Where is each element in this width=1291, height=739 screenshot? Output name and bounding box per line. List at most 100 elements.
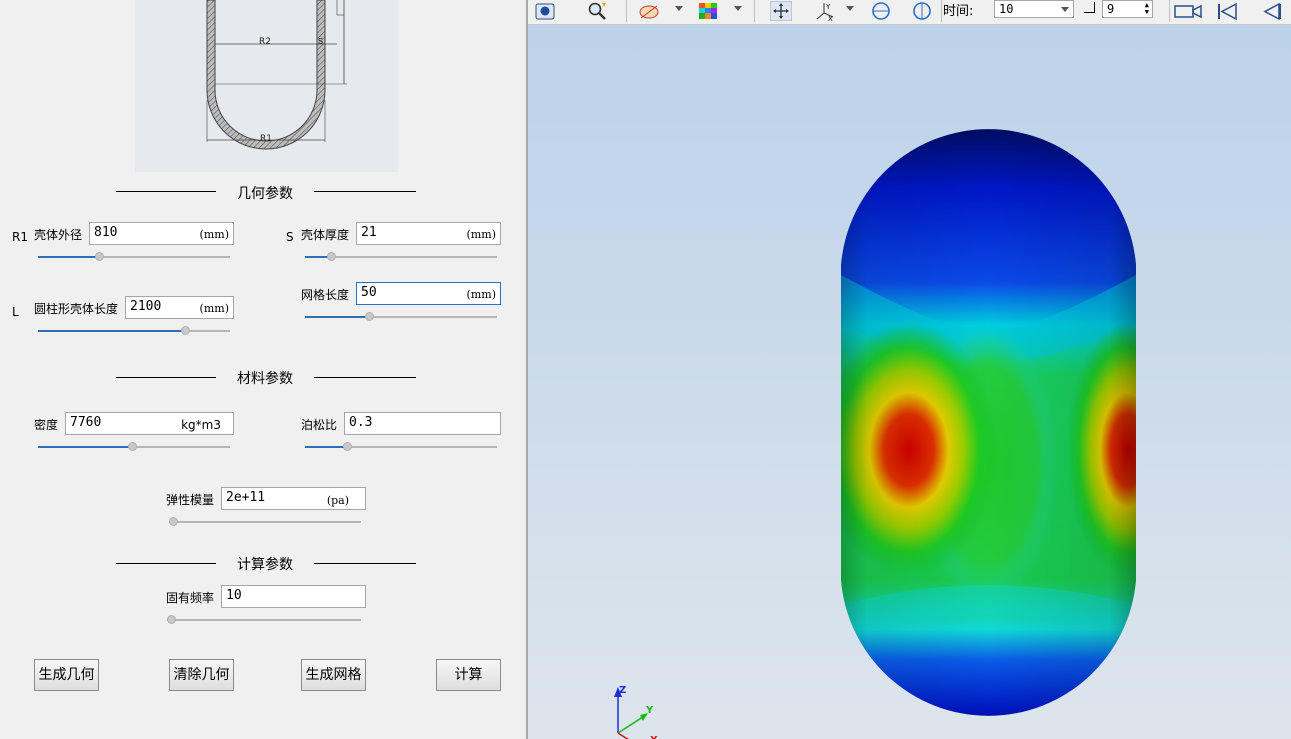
slider-track-filled <box>305 316 369 318</box>
section-title-compute: 计算参数 <box>216 554 314 574</box>
frame-icon <box>1084 2 1095 13</box>
time-combobox[interactable]: 10 <box>994 0 1074 18</box>
prev-frame-icon[interactable] <box>1259 1 1281 21</box>
elastic-modulus-slider[interactable] <box>169 516 361 528</box>
slider-thumb[interactable] <box>128 442 137 451</box>
elastic-modulus-label: 弹性模量 <box>166 493 215 507</box>
slider-track <box>369 316 497 318</box>
cylinder-length-slider[interactable] <box>38 325 230 337</box>
modal-result-render: Z Y X <box>614 129 1136 739</box>
svg-text:Y: Y <box>825 3 831 11</box>
first-frame-icon[interactable] <box>1216 1 1238 21</box>
shell-thickness-value: 21 <box>361 225 377 240</box>
slider-thumb[interactable] <box>167 615 176 624</box>
outer-diameter-unit: (mm) <box>199 228 229 241</box>
axes-icon[interactable]: YX <box>814 1 836 23</box>
slider-thumb[interactable] <box>343 442 352 451</box>
time-value: 10 <box>999 2 1014 16</box>
zoom-icon[interactable] <box>586 1 608 21</box>
diagram-label-s: S <box>318 37 323 46</box>
poisson-ratio-slider[interactable] <box>305 441 497 453</box>
elastic-modulus-input[interactable]: 2e+11 (pa) <box>221 487 366 510</box>
poisson-ratio-value: 0.3 <box>349 415 373 430</box>
slider-thumb[interactable] <box>95 252 104 261</box>
density-label: 密度 <box>34 418 59 432</box>
vessel-diagram: R2 S R1 <box>135 0 398 172</box>
diagram-label-r1: R1 <box>260 134 272 144</box>
poisson-ratio-input[interactable]: 0.3 <box>344 412 501 435</box>
natural-frequency-value: 10 <box>226 588 242 603</box>
colormap-icon[interactable] <box>697 1 719 21</box>
section-title-material: 材料参数 <box>216 368 314 388</box>
slider-track <box>173 521 361 523</box>
colormap-dropdown-icon[interactable] <box>734 6 742 11</box>
mesh-length-label: 网格长度 <box>301 288 350 302</box>
clear-geometry-button[interactable]: 清除几何 <box>169 659 234 691</box>
mesh-length-value: 50 <box>361 285 377 300</box>
natural-frequency-label: 固有频率 <box>166 591 215 605</box>
spin-arrows-icon[interactable]: ▲ ▼ <box>1145 2 1149 16</box>
mesh-length-unit: (mm) <box>466 288 496 301</box>
calculate-button[interactable]: 计算 <box>436 659 501 691</box>
vessel-diagram-svg: R2 S R1 <box>206 0 347 150</box>
time-dropdown-icon <box>1061 7 1069 12</box>
density-input[interactable]: 7760 kg*m3 <box>65 412 234 435</box>
frame-value: 9 <box>1107 2 1115 16</box>
outer-diameter-slider[interactable] <box>38 251 230 263</box>
slider-track <box>347 446 497 448</box>
slider-track <box>171 619 361 621</box>
generate-mesh-button[interactable]: 生成网格 <box>301 659 366 691</box>
poisson-ratio-label: 泊松比 <box>301 418 338 432</box>
density-slider[interactable] <box>38 441 230 453</box>
l-symbol: L <box>12 305 19 319</box>
slider-track-filled <box>38 446 132 448</box>
slider-track <box>331 256 497 258</box>
display-style-icon[interactable] <box>638 1 660 21</box>
section-title-geometry: 几何参数 <box>216 183 314 203</box>
s-symbol: S <box>286 230 294 244</box>
display-style-dropdown-icon[interactable] <box>675 6 683 11</box>
slider-track-filled <box>305 446 347 448</box>
mesh-length-slider[interactable] <box>305 311 497 323</box>
density-value: 7760 <box>70 415 102 430</box>
slider-track <box>132 446 230 448</box>
3d-viewport[interactable]: Z Y X <box>528 25 1291 739</box>
outer-diameter-input[interactable]: 810 (mm) <box>89 222 234 245</box>
camera-icon[interactable] <box>534 1 556 21</box>
time-label: 时间: <box>943 4 974 19</box>
cylinder-length-value: 2100 <box>130 299 162 314</box>
shell-thickness-slider[interactable] <box>305 251 497 263</box>
slider-thumb[interactable] <box>169 517 178 526</box>
axis-triad: Z Y X <box>614 685 658 739</box>
outer-diameter-value: 810 <box>94 225 118 240</box>
axes-dropdown-icon[interactable] <box>846 6 854 11</box>
cylinder-length-input[interactable]: 2100 (mm) <box>125 296 234 319</box>
diagram-label-r2: R2 <box>259 37 271 47</box>
viewer-toolbar: YX 时间: 10 9 ▲ ▼ <box>528 0 1291 25</box>
shell-thickness-unit: (mm) <box>466 228 496 241</box>
mesh-length-input[interactable]: 50 (mm) <box>356 282 501 305</box>
frame-spinbox[interactable]: 9 ▲ ▼ <box>1102 0 1153 18</box>
record-icon[interactable] <box>1174 1 1204 21</box>
slider-track-filled <box>38 330 185 332</box>
r1-symbol: R1 <box>12 230 28 244</box>
pan-icon[interactable] <box>769 0 793 22</box>
triad-y-label: Y <box>645 705 654 716</box>
rotate-x-icon[interactable] <box>870 1 892 21</box>
slider-track <box>185 330 230 332</box>
elastic-modulus-value: 2e+11 <box>226 490 266 505</box>
outer-diameter-label: 壳体外径 <box>34 228 83 242</box>
slider-thumb[interactable] <box>181 326 190 335</box>
slider-thumb[interactable] <box>365 312 374 321</box>
natural-frequency-slider[interactable] <box>167 614 361 626</box>
slider-track <box>99 256 230 258</box>
elastic-modulus-unit: (pa) <box>326 494 349 507</box>
natural-frequency-input[interactable]: 10 <box>221 585 366 608</box>
slider-thumb[interactable] <box>327 252 336 261</box>
triad-x-label: X <box>650 735 658 739</box>
rotate-y-icon[interactable] <box>911 1 933 21</box>
vessel-mode-shape <box>841 129 1136 716</box>
generate-geometry-button[interactable]: 生成几何 <box>34 659 99 691</box>
shell-thickness-input[interactable]: 21 (mm) <box>356 222 501 245</box>
cylinder-length-unit: (mm) <box>199 302 229 315</box>
